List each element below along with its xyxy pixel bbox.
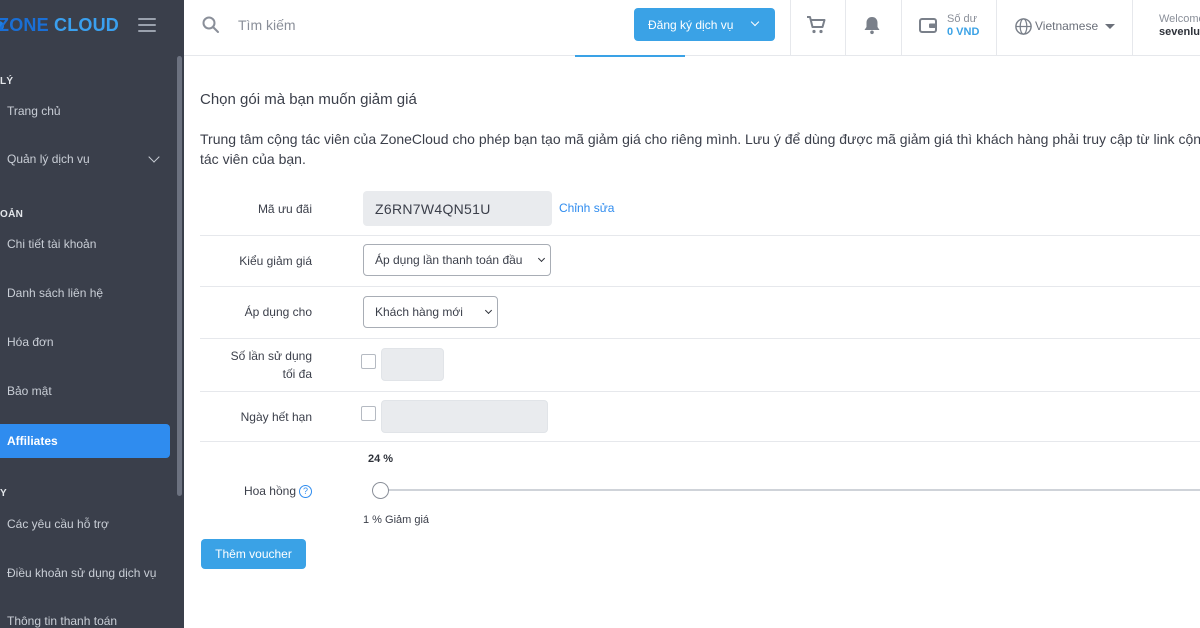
- sidebar-scrollbar[interactable]: [177, 56, 182, 496]
- expiry-date-input[interactable]: [381, 400, 548, 433]
- logo-text-zone: ZONE: [0, 15, 49, 35]
- sidebar-item-tickets[interactable]: Các yêu cầu hỗ trợ: [0, 507, 170, 541]
- sidebar-item-label: Các yêu cầu hỗ trợ: [7, 517, 109, 531]
- commission-label-wrap: Hoa hồng?: [244, 482, 312, 500]
- max-uses-label-line2: tối đa: [282, 367, 312, 381]
- register-service-label: Đăng ký dịch vụ: [648, 17, 734, 32]
- sidebar-item-invoices[interactable]: Hóa đơn: [0, 325, 170, 359]
- language-selector[interactable]: Vietnamese: [1014, 16, 1116, 36]
- wallet-icon[interactable]: [917, 14, 939, 36]
- form-row-apply-for: Áp dụng cho: [200, 287, 1200, 339]
- edit-code-link[interactable]: Chỉnh sửa: [559, 201, 614, 215]
- apply-for-label: Áp dụng cho: [244, 305, 312, 319]
- sidebar-item-home[interactable]: Trang chủ: [0, 94, 170, 128]
- sidebar-item-label: Điều khoản sử dụng dịch vụ: [7, 566, 157, 580]
- search-input[interactable]: [238, 14, 538, 36]
- balance-value: 0 VND: [947, 26, 980, 38]
- form-row-discount-type: Kiểu giảm giá: [200, 236, 1200, 287]
- divider: [901, 0, 902, 56]
- sidebar-item-services[interactable]: Quản lý dịch vụ: [0, 142, 170, 176]
- max-uses-label-line1: Số lần sử dụng: [230, 349, 312, 363]
- sidebar-section-manage: LÝ: [0, 76, 14, 87]
- discount-type-label: Kiểu giảm giá: [239, 254, 312, 268]
- logo-text: ZONE CLOUD: [0, 15, 119, 36]
- discount-type-select[interactable]: Áp dụng lần thanh toán đầu: [363, 244, 551, 276]
- logo-text-cloud: CLOUD: [54, 15, 120, 35]
- help-icon[interactable]: ?: [299, 485, 312, 499]
- cart-icon[interactable]: [805, 14, 827, 36]
- language-label: Vietnamese: [1035, 19, 1099, 33]
- sidebar-item-contacts[interactable]: Danh sách liên hệ: [0, 276, 170, 310]
- sidebar-item-label: Bảo mật: [7, 384, 52, 398]
- discount-type-value: Áp dụng lần thanh toán đầu: [375, 253, 523, 267]
- sidebar-item-account-details[interactable]: Chi tiết tài khoản: [0, 227, 170, 261]
- balance-label: Số dư: [947, 13, 977, 25]
- max-uses-checkbox[interactable]: [361, 354, 376, 369]
- expiry-checkbox[interactable]: [361, 406, 376, 421]
- apply-for-value: Khách hàng mới: [375, 305, 463, 319]
- chevron-down-icon: [484, 306, 493, 315]
- expiry-label: Ngày hết hạn: [240, 410, 312, 424]
- sidebar: ZONE CLOUD LÝ Trang chủ Quản lý dịch vụ …: [0, 0, 184, 628]
- sidebar-section-account: OẢN: [0, 209, 24, 220]
- commission-value: 24 %: [368, 453, 394, 465]
- sidebar-section-support: Y: [0, 488, 7, 499]
- sidebar-item-security[interactable]: Bảo mật: [0, 374, 170, 408]
- code-label: Mã ưu đãi: [257, 202, 312, 216]
- sidebar-item-label: Thông tin thanh toán: [7, 614, 118, 628]
- chevron-down-icon: [148, 151, 160, 163]
- apply-for-select[interactable]: Khách hàng mới: [363, 296, 498, 328]
- sidebar-item-affiliates[interactable]: Affiliates: [0, 424, 170, 458]
- username[interactable]: sevenlu: [1159, 26, 1200, 38]
- register-service-button[interactable]: Đăng ký dịch vụ: [634, 8, 775, 41]
- welcome-label: Welcome: [1159, 13, 1200, 25]
- menu-toggle-icon[interactable]: [138, 18, 156, 32]
- chevron-down-icon: [537, 254, 546, 263]
- sidebar-item-label: Affiliates: [7, 434, 58, 448]
- max-uses-label: Số lần sử dụng tối đa: [231, 347, 312, 383]
- form-row-code: Mã ưu đãi: [200, 183, 1200, 236]
- active-tab-indicator: [575, 55, 685, 57]
- search-icon[interactable]: [201, 15, 221, 35]
- coupon-code-field[interactable]: Z6RN7W4QN51U: [363, 191, 552, 226]
- form-row-expiry: Ngày hết hạn: [200, 392, 1200, 442]
- divider: [996, 0, 997, 56]
- globe-icon: [1015, 17, 1032, 35]
- page-title: Chọn gói mà bạn muốn giảm giá: [200, 91, 417, 108]
- commission-label: Hoa hồng: [243, 484, 296, 498]
- sidebar-item-label: Hóa đơn: [7, 335, 54, 349]
- bell-icon[interactable]: [861, 14, 883, 36]
- logo[interactable]: ZONE CLOUD: [0, 0, 184, 52]
- add-voucher-button[interactable]: Thêm voucher: [201, 539, 306, 569]
- caret-down-icon: [1105, 23, 1116, 29]
- chevron-down-icon: [750, 17, 760, 27]
- sidebar-item-terms[interactable]: Điều khoản sử dụng dịch vụ: [0, 556, 170, 590]
- divider: [1132, 0, 1133, 56]
- sidebar-item-label: Quản lý dịch vụ: [7, 152, 90, 166]
- topbar: Đăng ký dịch vụ Số dư 0 VND Vietnamese W…: [184, 0, 1200, 56]
- sidebar-item-label: Danh sách liên hệ: [7, 286, 104, 300]
- max-uses-input[interactable]: [381, 348, 444, 381]
- sidebar-item-label: Trang chủ: [7, 104, 61, 118]
- discount-caption: 1 % Giảm giá: [363, 514, 430, 526]
- sidebar-item-label: Chi tiết tài khoản: [7, 237, 97, 251]
- divider: [845, 0, 846, 56]
- divider: [790, 0, 791, 56]
- sidebar-item-payment-info[interactable]: Thông tin thanh toán: [0, 604, 170, 628]
- page-description: Trung tâm cộng tác viên của ZoneCloud ch…: [200, 131, 1200, 167]
- form-row-max-uses: Số lần sử dụng tối đa: [200, 339, 1200, 392]
- commission-slider-thumb[interactable]: [372, 482, 389, 499]
- commission-slider-track[interactable]: [380, 489, 1200, 491]
